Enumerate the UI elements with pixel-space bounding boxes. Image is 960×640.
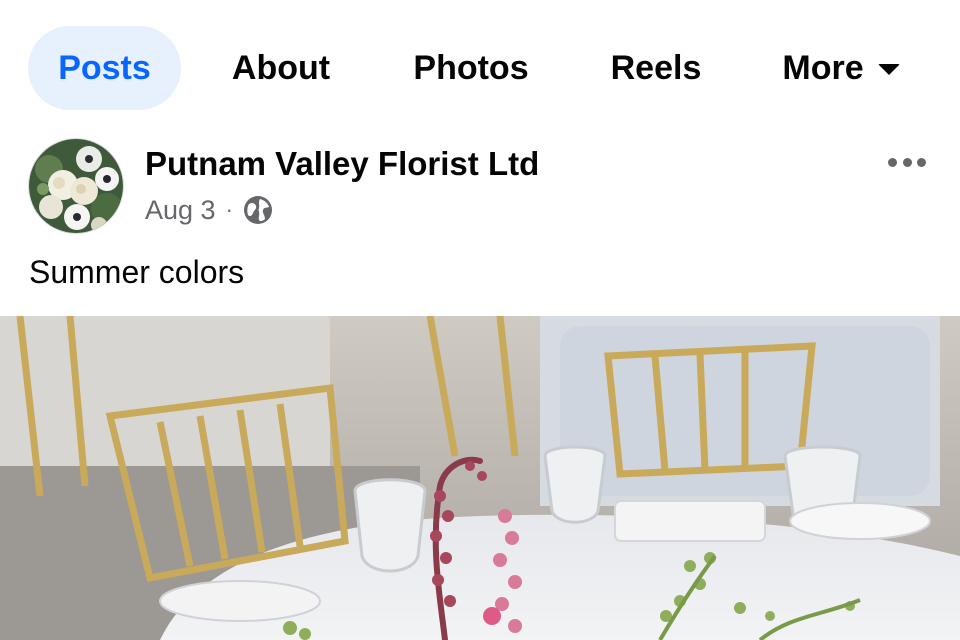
globe-icon (243, 196, 272, 224)
post-photo[interactable] (0, 316, 960, 640)
post-meta: Aug 3 · (145, 193, 273, 227)
caret-down-icon (877, 63, 900, 75)
tab-more[interactable]: More (766, 26, 916, 110)
post-date[interactable]: Aug 3 (145, 195, 216, 226)
tab-photos-label: Photos (413, 48, 529, 87)
tab-photos[interactable]: Photos (398, 26, 544, 110)
dot-1 (888, 157, 897, 167)
meta-separator: · (225, 197, 233, 222)
tab-reels-label: Reels (610, 48, 702, 87)
tab-posts[interactable]: Posts (28, 26, 181, 110)
avatar[interactable] (28, 138, 124, 234)
profile-tabs: Posts About Photos Reels More (0, 0, 960, 124)
tab-about[interactable]: About (218, 26, 344, 110)
dot-2 (902, 157, 912, 167)
tab-more-label: More (782, 48, 864, 87)
tab-posts-label: Posts (58, 48, 151, 87)
tab-reels[interactable]: Reels (597, 26, 715, 110)
tab-about-label: About (231, 48, 331, 87)
more-horizontal-icon[interactable] (884, 148, 930, 176)
post-caption: Summer colors (29, 254, 245, 290)
dot-3 (917, 157, 926, 167)
page-name-link[interactable]: Putnam Valley Florist Ltd (145, 145, 539, 183)
flower-bouquet-image (29, 139, 123, 233)
